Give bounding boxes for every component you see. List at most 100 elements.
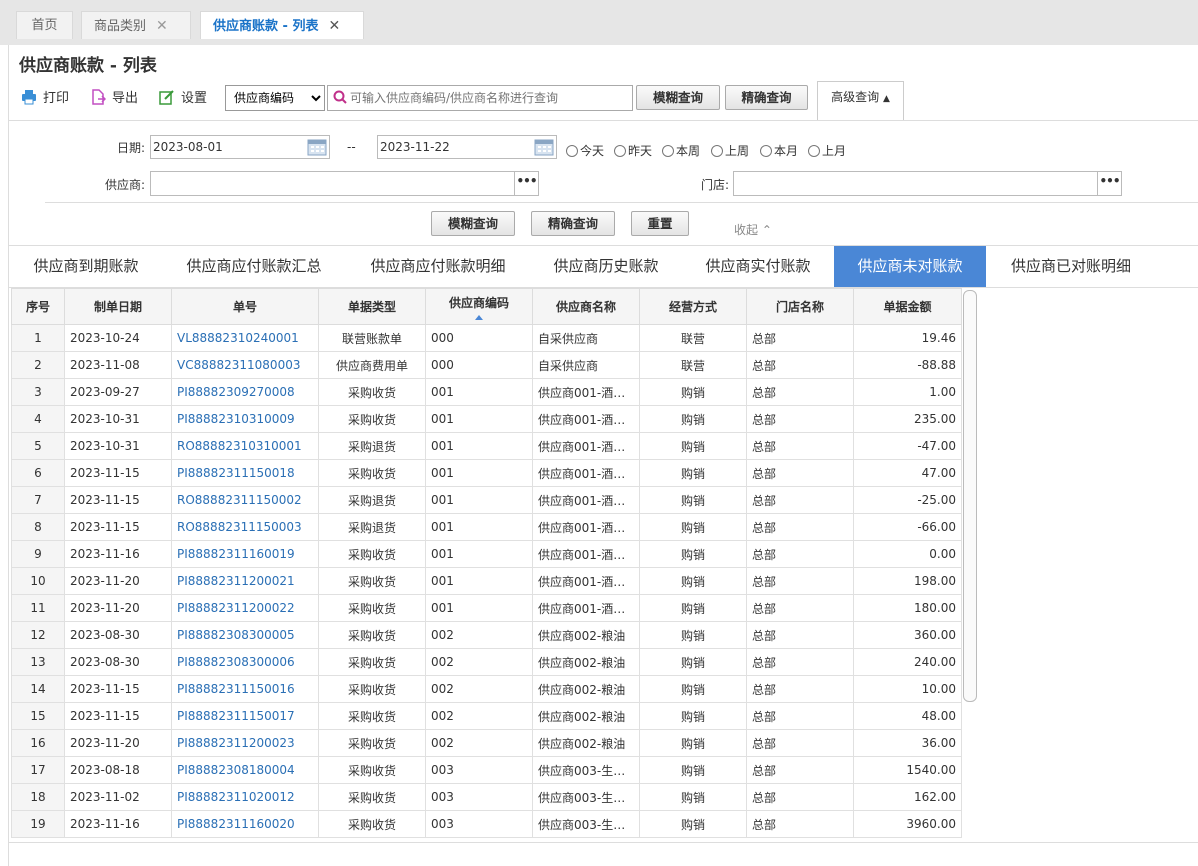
table-row[interactable]: 15 2023-11-15 PI88882311150017 采购收货 002 供应商00… — [11, 702, 962, 730]
table-row[interactable]: 13 2023-08-30 PI88882308300006 采购收货 002 供应商00… — [11, 648, 962, 676]
tab-payable-summary[interactable]: 供应商应付账款汇总 — [167, 246, 341, 287]
table-row[interactable]: 12 2023-08-30 PI88882308300005 采购收货 002 供应商00… — [11, 621, 962, 649]
column-header[interactable]: 供应商名称 — [532, 288, 640, 325]
cell-doc-no[interactable]: PI88882311150017 — [171, 702, 319, 730]
print-button[interactable]: 打印 — [21, 89, 69, 109]
top-tab-supplier-account[interactable]: 供应商账款 - 列表 ✕ — [200, 11, 364, 39]
collapse-toggle[interactable]: 收起 ⌃ — [734, 221, 772, 238]
date-from-input[interactable] — [153, 138, 293, 156]
search-input[interactable] — [350, 88, 628, 108]
radio-today[interactable]: 今天 — [566, 142, 604, 159]
tab-actual-paid[interactable]: 供应商实付账款 — [687, 246, 829, 287]
search-field-select[interactable]: 供应商编码 — [225, 85, 325, 111]
radio-circle — [662, 145, 674, 157]
cell-doc-no[interactable]: PI88882311020012 — [171, 783, 319, 811]
column-header[interactable]: 制单日期 — [64, 288, 172, 325]
cell-doc-no[interactable]: RO88882311150002 — [171, 486, 319, 514]
top-tab-category[interactable]: 商品类别 ✕ — [81, 11, 191, 39]
grid-vertical-scrollbar[interactable] — [963, 290, 977, 702]
table-row[interactable]: 10 2023-11-20 PI88882311200021 采购收货 001 供应商00… — [11, 567, 962, 595]
column-header[interactable]: 经营方式 — [639, 288, 747, 325]
table-row[interactable]: 2 2023-11-08 VC88882311080003 供应商费用单 000 自采供应… — [11, 351, 962, 379]
column-header[interactable]: 单据金额 — [853, 288, 962, 325]
table-row[interactable]: 14 2023-11-15 PI88882311150016 采购收货 002 供应商00… — [11, 675, 962, 703]
cell-store: 总部 — [746, 513, 854, 541]
cell-doc-no[interactable]: VL88882310240001 — [171, 324, 319, 352]
calendar-icon[interactable] — [307, 138, 327, 156]
tab-history[interactable]: 供应商历史账款 — [535, 246, 677, 287]
tab-unreconciled[interactable]: 供应商未对账款 — [834, 246, 986, 287]
export-button[interactable]: 导出 — [90, 89, 138, 109]
cell-supplier-name: 供应商002-粮油 — [532, 621, 640, 649]
radio-this-month[interactable]: 本月 — [760, 142, 798, 159]
column-header-sorted[interactable]: 供应商编码 — [425, 288, 533, 325]
cell-amount: 180.00 — [853, 594, 962, 622]
cell-date: 2023-11-02 — [64, 783, 172, 811]
tab-supplier-due[interactable]: 供应商到期账款 — [15, 246, 157, 287]
column-header[interactable]: 单号 — [171, 288, 319, 325]
panel-exact-query-button[interactable]: 精确查询 — [531, 211, 615, 236]
radio-last-week[interactable]: 上周 — [711, 142, 749, 159]
table-row[interactable]: 16 2023-11-20 PI88882311200023 采购收货 002 供应商00… — [11, 729, 962, 757]
calendar-icon[interactable] — [534, 138, 554, 156]
radio-this-week[interactable]: 本周 — [662, 142, 700, 159]
cell-doc-no[interactable]: PI88882308300005 — [171, 621, 319, 649]
table-row[interactable]: 4 2023-10-31 PI88882310310009 采购收货 001 供应商001… — [11, 405, 962, 433]
supplier-picker[interactable]: ••• — [150, 171, 539, 196]
more-icon[interactable]: ••• — [514, 172, 538, 195]
cell-index: 15 — [11, 702, 65, 730]
panel-fuzzy-query-button[interactable]: 模糊查询 — [431, 211, 515, 236]
reset-button[interactable]: 重置 — [631, 211, 689, 236]
tab-payable-detail[interactable]: 供应商应付账款明细 — [351, 246, 525, 287]
cell-doc-no[interactable]: PI88882310310009 — [171, 405, 319, 433]
store-picker[interactable]: ••• — [733, 171, 1122, 196]
cell-doc-no[interactable]: PI88882311200022 — [171, 594, 319, 622]
cell-doc-no[interactable]: PI88882311200021 — [171, 567, 319, 595]
table-row[interactable]: 19 2023-11-16 PI88882311160020 采购收货 003 供应商00… — [11, 810, 962, 838]
fuzzy-query-button[interactable]: 模糊查询 — [636, 85, 720, 110]
top-tab-home[interactable]: 首页 — [16, 11, 73, 39]
tab-reconciled-detail[interactable]: 供应商已对账明细 — [991, 246, 1151, 287]
search-box[interactable] — [327, 85, 633, 111]
cell-doc-no[interactable]: PI88882311150016 — [171, 675, 319, 703]
column-header[interactable]: 单据类型 — [318, 288, 426, 325]
exact-query-button[interactable]: 精确查询 — [725, 85, 808, 110]
table-row[interactable]: 9 2023-11-16 PI88882311160019 采购收货 001 供应商001… — [11, 540, 962, 568]
date-to-input[interactable] — [380, 138, 520, 156]
cell-doc-no[interactable]: PI88882311150018 — [171, 459, 319, 487]
cell-business-mode: 购销 — [639, 540, 747, 568]
cell-amount: 3960.00 — [853, 810, 962, 838]
table-row[interactable]: 6 2023-11-15 PI88882311150018 采购收货 001 供应商001… — [11, 459, 962, 487]
print-label: 打印 — [43, 91, 70, 106]
cell-doc-no[interactable]: PI88882308180004 — [171, 756, 319, 784]
cell-doc-no[interactable]: PI88882311160020 — [171, 810, 319, 838]
cell-doc-no[interactable]: PI88882308300006 — [171, 648, 319, 676]
cell-doc-no[interactable]: VC88882311080003 — [171, 351, 319, 379]
close-icon[interactable]: ✕ — [156, 18, 168, 34]
cell-doc-no[interactable]: PI88882311200023 — [171, 729, 319, 757]
cell-store: 总部 — [746, 432, 854, 460]
table-row[interactable]: 1 2023-10-24 VL88882310240001 联营账款单 000 自采供应商… — [11, 324, 962, 352]
table-row[interactable]: 11 2023-11-20 PI88882311200022 采购收货 001 供应商00… — [11, 594, 962, 622]
table-row[interactable]: 17 2023-08-18 PI88882308180004 采购收货 003 供应商00… — [11, 756, 962, 784]
cell-doc-no[interactable]: PI88882311160019 — [171, 540, 319, 568]
table-row[interactable]: 7 2023-11-15 RO88882311150002 采购退货 001 供应商001… — [11, 486, 962, 514]
cell-doc-no[interactable]: RO88882310310001 — [171, 432, 319, 460]
cell-doc-no[interactable]: PI88882309270008 — [171, 378, 319, 406]
radio-yesterday[interactable]: 昨天 — [614, 142, 652, 159]
radio-last-month[interactable]: 上月 — [808, 142, 846, 159]
table-row[interactable]: 5 2023-10-31 RO88882310310001 采购退货 001 供应商001… — [11, 432, 962, 460]
more-icon[interactable]: ••• — [1097, 172, 1121, 195]
date-to-field[interactable] — [377, 135, 557, 159]
table-row[interactable]: 8 2023-11-15 RO88882311150003 采购退货 001 供应商001… — [11, 513, 962, 541]
cell-doc-no[interactable]: RO88882311150003 — [171, 513, 319, 541]
column-header[interactable]: 序号 — [11, 288, 65, 325]
table-row[interactable]: 18 2023-11-02 PI88882311020012 采购收货 003 供应商00… — [11, 783, 962, 811]
advanced-query-toggle[interactable]: 高级查询 ▲ — [817, 81, 904, 121]
settings-button[interactable]: 设置 — [159, 89, 207, 109]
close-icon[interactable]: ✕ — [328, 18, 340, 34]
table-row[interactable]: 3 2023-09-27 PI88882309270008 采购收货 001 供应商001… — [11, 378, 962, 406]
date-from-field[interactable] — [150, 135, 330, 159]
page-title: 供应商账款 - 列表 — [19, 56, 157, 76]
column-header[interactable]: 门店名称 — [746, 288, 854, 325]
